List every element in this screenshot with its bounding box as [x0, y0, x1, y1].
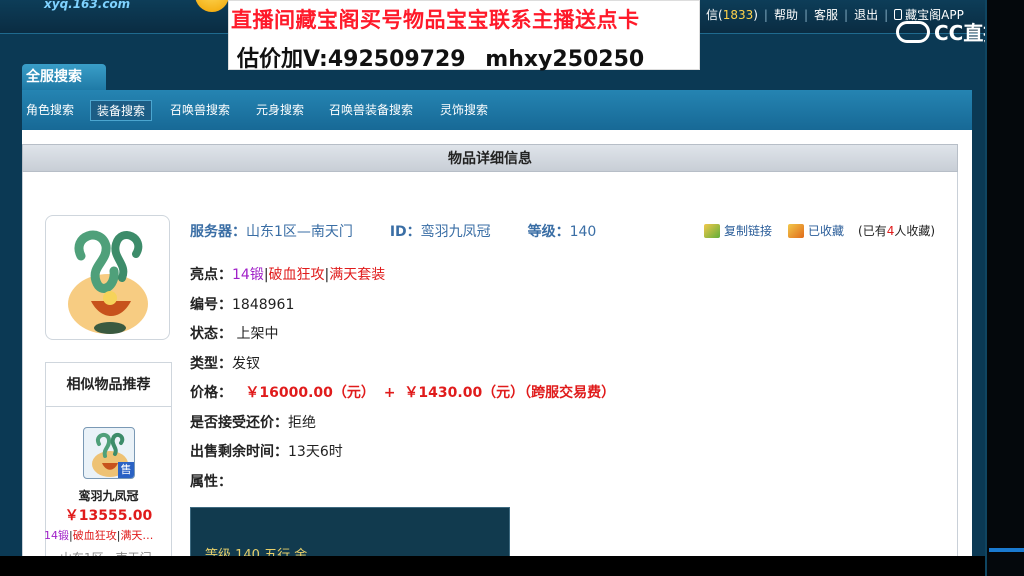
site-logo-text[interactable]: xyq.163.com	[44, 0, 130, 11]
logout-link[interactable]: 退出	[848, 6, 884, 23]
level-value: 140	[569, 224, 597, 240]
favorite-icon	[788, 223, 805, 238]
stream-overlay-banner: 直播间藏宝阁买号物品宝宝联系主播送点卡 估价加V:492509729 mhxy2…	[228, 0, 700, 72]
messages-link[interactable]: 信(1833)	[700, 6, 764, 23]
server-info: 服务器：山东1区—南天门 ID：鸾羽九凤冠 等级：140	[190, 224, 597, 240]
copy-link-icon	[704, 223, 720, 238]
favorite-count-note: (已有4人收藏)	[858, 224, 936, 238]
favorite-button[interactable]: 已收藏	[808, 222, 844, 239]
counter-offer-row: 是否接受还价：拒绝	[190, 415, 316, 431]
nav-equipment-search[interactable]: 装备搜索	[90, 100, 153, 121]
cc-logo-icon	[896, 20, 930, 43]
price-value: ￥16000.00（元）	[245, 385, 375, 401]
help-link[interactable]: 帮助	[768, 6, 804, 23]
cross-server-fee: ￥1430.00（元）（跨服交易费）	[404, 385, 616, 401]
copy-link-button[interactable]: 复制链接	[724, 222, 772, 239]
hairpin-icon	[68, 230, 148, 334]
similar-item-tags: 14锻|破血狂攻|满天…	[44, 529, 154, 542]
nav-pet-search[interactable]: 召唤兽搜索	[170, 101, 230, 118]
scroll-indicator	[989, 548, 1024, 552]
item-image	[45, 215, 170, 340]
similar-item-price: ￥13555.00	[64, 508, 153, 524]
nav-pet-equipment-search[interactable]: 召唤兽装备搜索	[329, 101, 413, 118]
remaining-time-row: 出售剩余时间：13天6时	[190, 444, 343, 460]
sell-badge: 售	[118, 462, 134, 478]
bottom-bar	[0, 556, 985, 576]
similar-items-title: 相似物品推荐	[46, 363, 171, 407]
nav-role-search[interactable]: 角色搜索	[26, 101, 74, 118]
customer-service-link[interactable]: 客服	[808, 6, 844, 23]
id-value: 鸾羽九凤冠	[420, 224, 491, 240]
server-value: 山东1区—南天门	[246, 224, 353, 240]
similar-items-panel: 相似物品推荐 售 鸾羽九凤冠 ￥13555.00 14锻|破血狂攻|满天… 山东…	[44, 362, 172, 576]
overlay-line-2: 估价加V:492509729 mhxy250250	[237, 47, 645, 72]
highlights-row: 亮点：14锻|破血狂攻|满天套装	[190, 267, 386, 283]
attributes-label: 属性：	[190, 474, 232, 490]
similar-item-thumbnail[interactable]: 售	[83, 427, 135, 479]
right-edge	[985, 0, 1024, 576]
tab-global-search[interactable]: 全服搜索	[22, 64, 106, 90]
serial-row: 编号：1848961	[190, 297, 295, 313]
site-logo-icon	[195, 0, 229, 12]
overlay-line-1: 直播间藏宝阁买号物品宝宝联系主播送点卡	[231, 8, 640, 32]
nav-yuanshen-search[interactable]: 元身搜索	[256, 101, 304, 118]
price-row: 价格： ￥16000.00（元） + ￥1430.00（元）（跨服交易费）	[190, 385, 616, 401]
nav-accessory-search[interactable]: 灵饰搜索	[440, 101, 488, 118]
search-nav: 角色搜索 装备搜索 召唤兽搜索 元身搜索 召唤兽装备搜索 灵饰搜索	[22, 90, 972, 130]
type-row: 类型：发钗	[190, 356, 260, 372]
similar-item-name[interactable]: 鸾羽九凤冠	[46, 487, 171, 504]
item-actions: 复制链接 已收藏 (已有4人收藏)	[704, 222, 935, 239]
detail-header: 物品详细信息	[22, 144, 958, 172]
status-row: 状态： 上架中	[190, 326, 279, 342]
